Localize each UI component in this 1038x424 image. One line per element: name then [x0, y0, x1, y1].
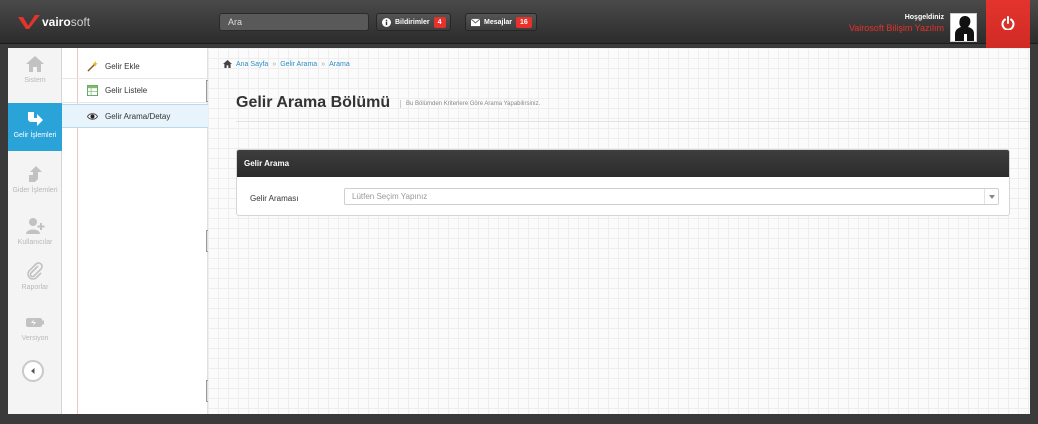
- search-input[interactable]: [219, 13, 369, 31]
- brand-name-bold: vairo: [42, 15, 71, 29]
- rail-item-label: Kullanıcılar: [17, 239, 53, 246]
- submenu-item-gelir-arama-detay[interactable]: Gelir Arama/Detay: [62, 104, 208, 128]
- bottom-strip: [0, 414, 1038, 424]
- select-value: Lütfen Seçim Yapınız: [352, 192, 428, 201]
- rail-item-gelir-islemleri[interactable]: Gelir İşlemleri: [8, 103, 62, 151]
- chevron-left-icon: [31, 368, 35, 374]
- chevron-down-icon: [984, 189, 998, 204]
- greeting-text: Hoşgeldiniz: [904, 14, 944, 21]
- notifications-label: Bildirimler: [395, 18, 430, 26]
- rail-item-label: Gelir İşlemleri: [13, 132, 57, 139]
- wand-icon: [87, 61, 98, 72]
- collapse-sidebar-button[interactable]: [22, 360, 44, 382]
- info-icon: [382, 17, 391, 27]
- rail-item-label: Raporlar: [21, 284, 49, 291]
- main-content: Ana Sayfa » Gelir Arama » Arama Gelir Ar…: [208, 48, 1030, 414]
- sub-menu: Gelir Ekle Gelir Listele Gelir Arama/Det…: [62, 48, 208, 414]
- divider: [236, 121, 1030, 122]
- submenu-item-gelir-ekle[interactable]: Gelir Ekle: [62, 55, 208, 79]
- breadcrumb-link-gelir-arama[interactable]: Gelir Arama: [280, 61, 317, 68]
- search-panel: Gelir Arama Gelir Araması Lütfen Seçim Y…: [236, 149, 1010, 216]
- rail-item-kullanicilar[interactable]: Kullanıcılar: [8, 210, 62, 258]
- top-bar: vairosoft Bildirimler 4 Mesajlar 16 Hoşg…: [0, 0, 1038, 68]
- page-title: Gelir Arama Bölümü: [236, 94, 391, 111]
- breadcrumb: Ana Sayfa » Gelir Arama » Arama: [223, 60, 350, 68]
- main-nav-rail: Sistem Gelir İşlemleri Gider İşlemleri K…: [8, 48, 62, 414]
- notifications-button[interactable]: Bildirimler 4: [376, 13, 451, 31]
- messages-button[interactable]: Mesajlar 16: [465, 13, 537, 31]
- arrow-up-right-icon: [29, 166, 42, 182]
- breadcrumb-separator: »: [321, 60, 326, 68]
- add-user-icon: [26, 218, 45, 234]
- avatar[interactable]: [950, 13, 977, 42]
- rail-item-gider-islemleri[interactable]: Gider İşlemleri: [8, 158, 62, 206]
- messages-count-badge: 16: [516, 16, 532, 28]
- notifications-count-badge: 4: [433, 16, 446, 28]
- home-icon: [223, 60, 232, 68]
- table-icon: [87, 85, 98, 96]
- submenu-item-label: Gelir Listele: [105, 86, 148, 95]
- eye-icon: [87, 112, 98, 120]
- brand-name-light: soft: [70, 15, 91, 29]
- field-label: Gelir Araması: [250, 194, 299, 203]
- breadcrumb-current[interactable]: Arama: [329, 61, 350, 68]
- rail-item-raporlar[interactable]: Raporlar: [8, 255, 62, 303]
- page-subtitle: Bu Bölümden Kriterlere Göre Arama Yapabi…: [400, 100, 540, 108]
- breadcrumb-separator: »: [272, 60, 277, 68]
- rail-item-label: Gider İşlemleri: [12, 187, 58, 194]
- arrow-down-right-icon: [28, 112, 43, 126]
- submenu-item-label: Gelir Arama/Detay: [105, 111, 171, 121]
- submenu-item-gelir-listele[interactable]: Gelir Listele: [62, 79, 208, 103]
- envelope-icon: [471, 18, 480, 26]
- paperclip-icon: [27, 262, 43, 280]
- search-type-select[interactable]: Lütfen Seçim Yapınız: [344, 188, 999, 205]
- welcome-block: Hoşgeldiniz Vairosoft Bilişim Yazılım: [849, 13, 944, 33]
- panel-title: Gelir Arama: [237, 150, 1009, 177]
- rail-item-sistem[interactable]: Sistem: [8, 48, 62, 96]
- messages-label: Mesajlar: [484, 18, 513, 26]
- rail-item-versiyon[interactable]: Versiyon: [8, 306, 62, 354]
- breadcrumb-link-home[interactable]: Ana Sayfa: [236, 61, 268, 68]
- rail-item-label: Sistem: [24, 77, 46, 84]
- battery-icon: [26, 318, 44, 327]
- logo[interactable]: vairo soft: [18, 14, 90, 30]
- submenu-item-label: Gelir Ekle: [105, 62, 140, 71]
- user-silhouette-icon: [951, 14, 976, 41]
- company-name[interactable]: Vairosoft Bilişim Yazılım: [849, 23, 944, 33]
- home-icon: [26, 56, 44, 72]
- power-icon: [1001, 16, 1015, 30]
- logo-mark-icon: [18, 15, 40, 29]
- rail-item-label: Versiyon: [21, 335, 49, 342]
